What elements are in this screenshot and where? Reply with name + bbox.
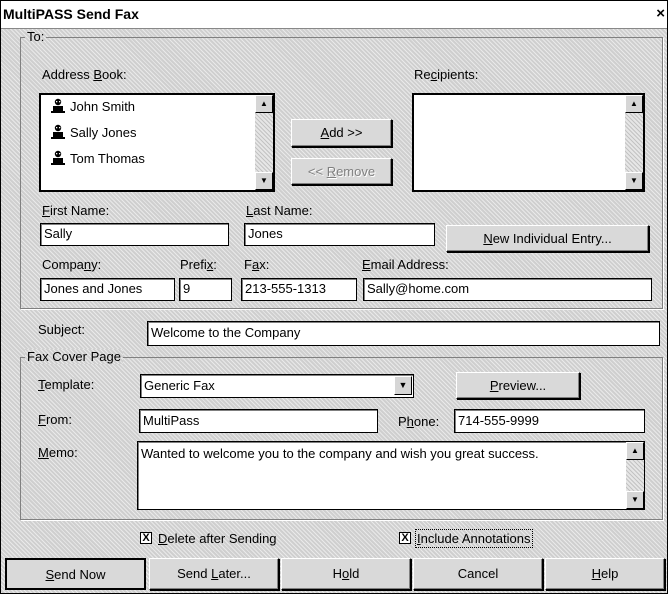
memo-scrollbar[interactable]: ▲ ▼ — [626, 442, 644, 509]
scroll-up-icon[interactable]: ▲ — [626, 442, 644, 460]
scroll-up-icon[interactable]: ▲ — [625, 95, 643, 113]
new-individual-entry-button[interactable]: New Individual Entry... — [446, 225, 649, 252]
company-label: Company: — [42, 257, 102, 272]
email-label: Email Address: — [362, 257, 449, 272]
address-book-scrollbar[interactable]: ▲ ▼ — [255, 95, 273, 190]
from-field[interactable]: MultiPass — [139, 409, 378, 433]
company-field[interactable]: Jones and Jones — [40, 278, 175, 301]
memo-textarea[interactable]: Wanted to welcome you to the company and… — [137, 441, 645, 510]
address-book-list[interactable]: John Smith Sally Jones Tom Thomas ▲ ▼ — [39, 93, 275, 192]
from-label: From: — [38, 412, 72, 427]
help-button[interactable]: Help — [545, 558, 665, 590]
remove-recipient-button[interactable]: << Remove — [291, 158, 392, 185]
send-fax-dialog: MultiPASS Send Fax × To: Address Book: R… — [0, 0, 668, 594]
include-annotations-label[interactable]: Include Annotations — [415, 529, 533, 548]
send-now-button[interactable]: Send Now — [5, 558, 146, 590]
phone-label: Phone: — [398, 414, 440, 429]
email-field[interactable]: Sally@home.com — [363, 278, 652, 301]
include-annotations-checkbox[interactable]: X — [399, 532, 411, 544]
recipients-label: Recipients: — [414, 67, 479, 82]
list-item-address[interactable]: Tom Thomas — [51, 150, 145, 170]
delete-after-sending-checkbox[interactable]: X — [140, 532, 152, 544]
contact-icon — [51, 124, 65, 139]
first-name-label: First Name: — [42, 203, 110, 218]
list-item-address[interactable]: John Smith — [51, 98, 135, 118]
preview-button[interactable]: Preview... — [456, 372, 580, 399]
contact-icon — [51, 98, 65, 113]
address-book-label: Address Book: — [42, 67, 127, 82]
recipients-scrollbar[interactable]: ▲ ▼ — [625, 95, 643, 190]
scroll-down-icon[interactable]: ▼ — [625, 172, 643, 190]
subject-label: Subject: — [38, 322, 85, 337]
fax-cover-page-legend: Fax Cover Page — [25, 349, 123, 364]
to-group-legend: To: — [25, 29, 47, 44]
close-icon[interactable]: × — [656, 5, 665, 22]
template-selected-value: Generic Fax — [144, 378, 215, 393]
add-recipient-button[interactable]: Add >> — [291, 119, 392, 147]
last-name-field[interactable]: Jones — [244, 223, 435, 246]
memo-label: Memo: — [38, 445, 78, 460]
contact-icon — [51, 150, 65, 165]
first-name-field[interactable]: Sally — [40, 223, 229, 246]
fax-number-field[interactable]: 213-555-1313 — [241, 278, 357, 301]
fax-number-label: Fax: — [244, 257, 270, 272]
subject-field[interactable]: Welcome to the Company — [147, 321, 660, 346]
recipients-list[interactable]: ▲ ▼ — [412, 93, 645, 192]
template-label: Template: — [38, 377, 95, 392]
last-name-label: Last Name: — [246, 203, 313, 218]
memo-text: Wanted to welcome you to the company and… — [141, 446, 539, 461]
scroll-up-icon[interactable]: ▲ — [255, 95, 273, 113]
list-item-address[interactable]: Sally Jones — [51, 124, 136, 144]
prefix-field[interactable]: 9 — [179, 278, 232, 301]
phone-field[interactable]: 714-555-9999 — [454, 409, 645, 433]
cancel-button[interactable]: Cancel — [413, 558, 543, 590]
scroll-down-icon[interactable]: ▼ — [255, 172, 273, 190]
window-title: MultiPASS Send Fax — [3, 6, 139, 22]
send-later-button[interactable]: Send Later... — [149, 558, 279, 590]
hold-button[interactable]: Hold — [281, 558, 411, 590]
title-bar: MultiPASS Send Fax × — [1, 1, 667, 29]
template-select[interactable]: Generic Fax ▼ — [140, 374, 414, 398]
prefix-label: Prefix: — [180, 257, 217, 272]
delete-after-sending-label[interactable]: Delete after Sending — [158, 531, 277, 546]
chevron-down-icon[interactable]: ▼ — [394, 376, 412, 395]
scroll-down-icon[interactable]: ▼ — [626, 491, 644, 509]
